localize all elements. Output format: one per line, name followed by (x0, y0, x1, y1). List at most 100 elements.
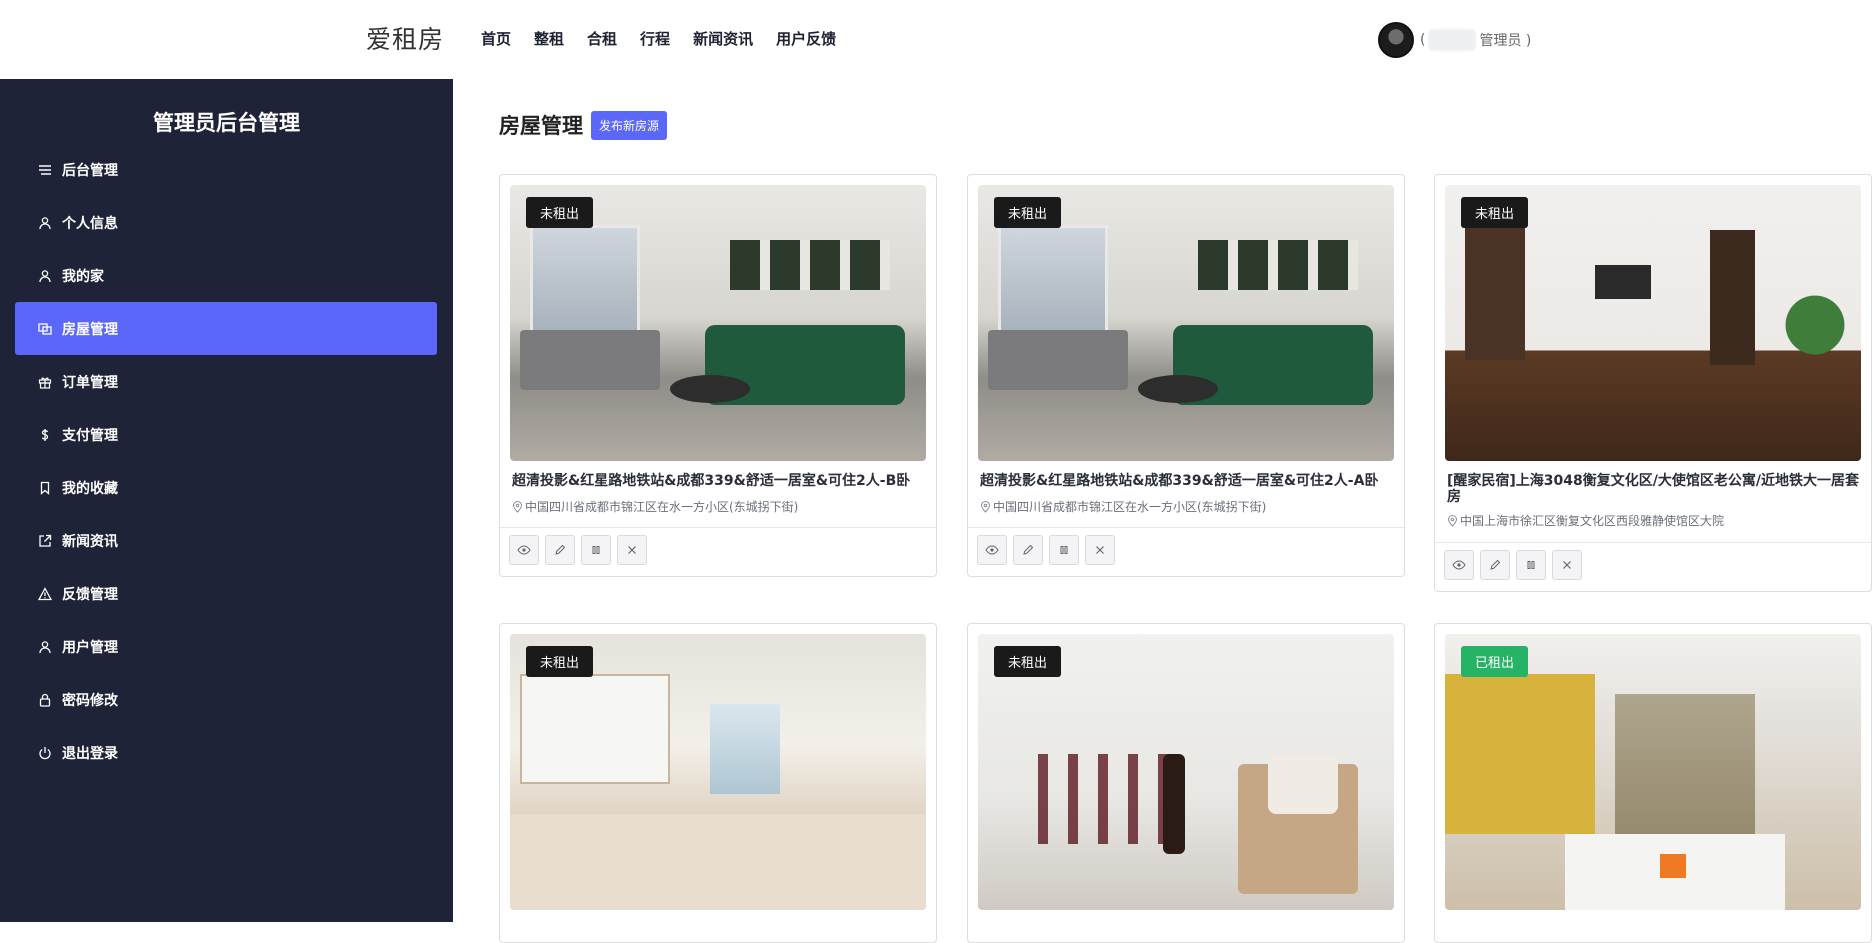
divider (500, 527, 936, 528)
sidebar-item-label: 反馈管理 (62, 586, 118, 603)
house-address: 中国四川省成都市锦江区在水一方小区(东城拐下街) (980, 498, 1266, 515)
sidebar-item-users[interactable]: 用户管理 (15, 620, 437, 673)
sidebar-item-orders[interactable]: 订单管理 (15, 355, 437, 408)
nav-home[interactable]: 首页 (481, 28, 511, 49)
user-icon (37, 215, 53, 231)
delete-button[interactable] (1085, 535, 1115, 565)
sidebar-item-label: 订单管理 (62, 374, 118, 391)
sidebar-title: 管理员后台管理 (153, 111, 300, 135)
sidebar-item-label: 我的家 (62, 268, 104, 285)
user-icon (37, 639, 53, 655)
sidebar-item-my-home[interactable]: 我的家 (15, 249, 437, 302)
house-card[interactable]: 未租出 [醒家民宿]上海3048衡复文化区/大使馆区老公寓/近地铁大一居套房 中… (1434, 174, 1872, 592)
house-photo[interactable]: 未租出 (1445, 185, 1861, 461)
divider (968, 527, 1404, 528)
delete-button[interactable] (617, 535, 647, 565)
view-button[interactable] (1444, 550, 1474, 580)
house-card[interactable]: 未租出 超清投影&红星路地铁站&成都339&舒适一居室&可住2人-A卧 中国四川… (967, 174, 1405, 577)
house-photo[interactable]: 未租出 (510, 185, 926, 461)
nav-shared-rent[interactable]: 合租 (587, 28, 617, 49)
sidebar-item-label: 新闻资讯 (62, 533, 118, 550)
nav-news[interactable]: 新闻资讯 (693, 28, 753, 49)
sidebar-item-logout[interactable]: 退出登录 (15, 726, 437, 779)
pencil-icon (555, 544, 566, 555)
page-header: 房屋管理 发布新房源 (499, 110, 668, 140)
pencil-icon (1023, 544, 1034, 555)
location-pin-icon (512, 500, 523, 513)
nav-trips[interactable]: 行程 (640, 28, 670, 49)
house-card[interactable]: 未租出 (499, 623, 937, 943)
house-title[interactable]: 超清投影&红星路地铁站&成都339&舒适一居室&可住2人-B卧 (512, 473, 928, 489)
sidebar-item-profile[interactable]: 个人信息 (15, 196, 437, 249)
sidebar: 管理员后台管理 后台管理 个人信息 我的家 房屋管理 订单管理 支付管理 我的收… (0, 79, 453, 922)
copy-icon (37, 321, 53, 337)
pause-button[interactable] (1516, 550, 1546, 580)
sidebar-item-change-password[interactable]: 密码修改 (15, 673, 437, 726)
sidebar-item-label: 我的收藏 (62, 480, 118, 497)
sidebar-item-news[interactable]: 新闻资讯 (15, 514, 437, 567)
location-pin-icon (980, 500, 991, 513)
view-button[interactable] (977, 535, 1007, 565)
avatar[interactable] (1378, 22, 1414, 58)
top-header: 爱租房 首页 整租 合租 行程 新闻资讯 用户反馈 ( 管理员 ) (0, 0, 1876, 79)
pause-button[interactable] (581, 535, 611, 565)
sidebar-item-house-management[interactable]: 房屋管理 (15, 302, 437, 355)
status-badge: 未租出 (994, 197, 1062, 228)
address-text: 中国四川省成都市锦江区在水一方小区(东城拐下街) (993, 500, 1267, 514)
house-title[interactable]: 超清投影&红星路地铁站&成都339&舒适一居室&可住2人-A卧 (980, 473, 1396, 489)
nav-whole-rent[interactable]: 整租 (534, 28, 564, 49)
status-badge: 未租出 (1461, 197, 1529, 228)
status-badge: 未租出 (526, 646, 594, 677)
page-title: 房屋管理 (499, 114, 583, 138)
user-icon (37, 268, 53, 284)
publish-house-button[interactable]: 发布新房源 (591, 110, 668, 140)
edit-button[interactable] (545, 535, 575, 565)
house-title[interactable]: [醒家民宿]上海3048衡复文化区/大使馆区老公寓/近地铁大一居套房 (1447, 473, 1863, 505)
pause-button[interactable] (1049, 535, 1079, 565)
user-menu[interactable]: ( 管理员 ) (1378, 22, 1531, 58)
location-pin-icon (1447, 514, 1458, 527)
sidebar-item-feedback[interactable]: 反馈管理 (15, 567, 437, 620)
user-role-prefix: ( (1420, 32, 1426, 48)
close-icon (1096, 546, 1104, 554)
power-icon (37, 745, 53, 761)
edit-button[interactable] (1480, 550, 1510, 580)
eye-icon (985, 545, 999, 555)
eye-icon (1452, 560, 1466, 570)
house-photo[interactable]: 未租出 (978, 634, 1394, 910)
house-photo[interactable]: 未租出 (510, 634, 926, 910)
external-link-icon (37, 533, 53, 549)
sidebar-item-label: 退出登录 (62, 745, 118, 762)
sidebar-item-dashboard[interactable]: 后台管理 (15, 143, 437, 196)
close-icon (1563, 561, 1571, 569)
sidebar-item-favorites[interactable]: 我的收藏 (15, 461, 437, 514)
house-card[interactable]: 未租出 超清投影&红星路地铁站&成都339&舒适一居室&可住2人-B卧 中国四川… (499, 174, 937, 577)
nav-feedback[interactable]: 用户反馈 (776, 28, 836, 49)
close-icon (628, 546, 636, 554)
edit-button[interactable] (1013, 535, 1043, 565)
eye-icon (517, 545, 531, 555)
top-nav: 首页 整租 合租 行程 新闻资讯 用户反馈 (481, 28, 859, 49)
dollar-icon (37, 427, 53, 443)
house-photo[interactable]: 已租出 (1445, 634, 1861, 910)
sidebar-item-payments[interactable]: 支付管理 (15, 408, 437, 461)
user-info: ( 管理员 ) (1420, 29, 1531, 51)
sidebar-item-label: 房屋管理 (62, 321, 118, 338)
delete-button[interactable] (1552, 550, 1582, 580)
divider (1435, 542, 1871, 543)
sidebar-item-label: 后台管理 (62, 162, 118, 179)
sidebar-menu: 后台管理 个人信息 我的家 房屋管理 订单管理 支付管理 我的收藏 新闻资讯 反… (15, 143, 437, 779)
card-actions (977, 535, 1115, 565)
sidebar-item-label: 个人信息 (62, 215, 118, 232)
view-button[interactable] (509, 535, 539, 565)
site-logo[interactable]: 爱租房 (366, 20, 444, 56)
pause-icon (1060, 546, 1068, 554)
house-card[interactable]: 已租出 (1434, 623, 1872, 943)
status-badge: 未租出 (994, 646, 1062, 677)
pause-icon (592, 546, 600, 554)
status-badge: 未租出 (526, 197, 594, 228)
card-actions (1444, 550, 1582, 580)
house-photo[interactable]: 未租出 (978, 185, 1394, 461)
bookmark-icon (37, 480, 53, 496)
house-card[interactable]: 未租出 (967, 623, 1405, 943)
